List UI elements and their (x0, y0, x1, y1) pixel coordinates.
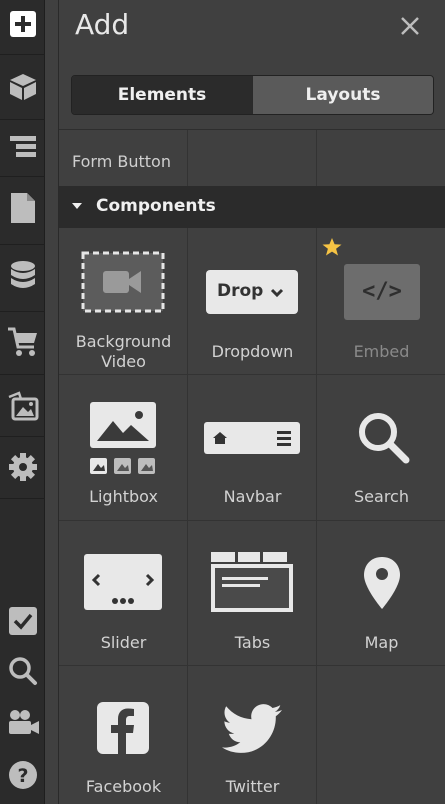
navbar-icon (204, 422, 300, 454)
component-tabs[interactable]: Tabs (188, 521, 317, 666)
panel-title: Add (75, 8, 130, 41)
video-camera-icon (8, 710, 39, 734)
lightbox-icon (90, 402, 156, 474)
component-embed[interactable]: </> Embed (317, 229, 445, 374)
component-label: Tabs (234, 633, 271, 652)
component-background-video[interactable]: Background Video (59, 229, 188, 374)
component-label: Twitter (225, 777, 280, 796)
close-button[interactable] (398, 14, 422, 38)
ecommerce-button[interactable] (0, 318, 45, 364)
gear-icon (8, 453, 37, 481)
help-button[interactable]: ? (0, 756, 45, 794)
search-icon (359, 413, 410, 464)
component-label: Navbar (223, 487, 282, 506)
add-panel-button[interactable] (0, 6, 45, 42)
component-label: Embed (353, 342, 410, 361)
search-rail-button[interactable] (0, 652, 45, 690)
assets-button[interactable] (0, 382, 45, 430)
form-button-element[interactable]: Form Button (72, 152, 171, 171)
component-search[interactable]: Search (317, 375, 445, 520)
caret-down-icon (72, 203, 82, 209)
box-icon (9, 74, 36, 100)
component-facebook[interactable]: Facebook (59, 666, 188, 804)
database-icon (10, 261, 35, 288)
pages-button[interactable] (0, 184, 45, 232)
images-icon (8, 391, 38, 421)
facebook-icon (97, 702, 149, 754)
tab-layouts[interactable]: Layouts (252, 76, 433, 114)
settings-button[interactable] (0, 444, 45, 490)
add-panel-tabs: Elements Layouts (71, 75, 434, 115)
close-icon (401, 17, 419, 35)
component-slider[interactable]: Slider (59, 521, 188, 666)
page-icon (10, 193, 35, 223)
svg-text:?: ? (17, 765, 28, 787)
component-label: Facebook (85, 777, 162, 796)
checkbox-icon (8, 607, 37, 635)
component-label: Dropdown (211, 342, 294, 361)
add-panel: Add Elements Layouts Form Button Compone… (58, 0, 445, 804)
twitter-icon (222, 704, 282, 753)
section-title: Components (96, 196, 216, 216)
map-pin-icon (364, 557, 400, 609)
tab-elements[interactable]: Elements (72, 76, 252, 114)
component-label: Lightbox (89, 487, 158, 506)
audit-button[interactable] (0, 602, 45, 640)
star-icon (322, 238, 342, 256)
panel-header: Add Elements Layouts (59, 0, 445, 130)
component-label: Map (364, 633, 399, 652)
slider-icon (84, 554, 162, 610)
component-label: Search (354, 487, 409, 506)
cms-button[interactable] (0, 252, 45, 300)
cart-icon (7, 327, 37, 356)
component-label: Video (101, 352, 146, 371)
component-label: Slider (100, 633, 147, 652)
embed-icon-text: </> (362, 279, 402, 304)
navigator-icon (9, 136, 36, 157)
dropdown-icon-text: Drop (217, 281, 264, 301)
plus-square-icon (9, 11, 36, 37)
symbols-button[interactable] (0, 64, 45, 110)
navigator-button[interactable] (0, 125, 45, 169)
empty-cell (317, 666, 445, 804)
component-navbar[interactable]: Navbar (188, 375, 317, 520)
tabs-icon (211, 552, 293, 612)
component-lightbox[interactable]: Lightbox (59, 375, 188, 520)
video-tutorials-button[interactable] (0, 703, 45, 741)
component-label: Background (75, 332, 172, 351)
background-video-icon (81, 251, 165, 313)
help-icon: ? (8, 761, 37, 789)
component-dropdown[interactable]: Drop Dropdown (188, 229, 317, 374)
left-toolbar: ? (0, 0, 45, 804)
component-twitter[interactable]: Twitter (188, 666, 317, 804)
component-map[interactable]: Map (317, 521, 445, 666)
search-icon (8, 657, 37, 685)
